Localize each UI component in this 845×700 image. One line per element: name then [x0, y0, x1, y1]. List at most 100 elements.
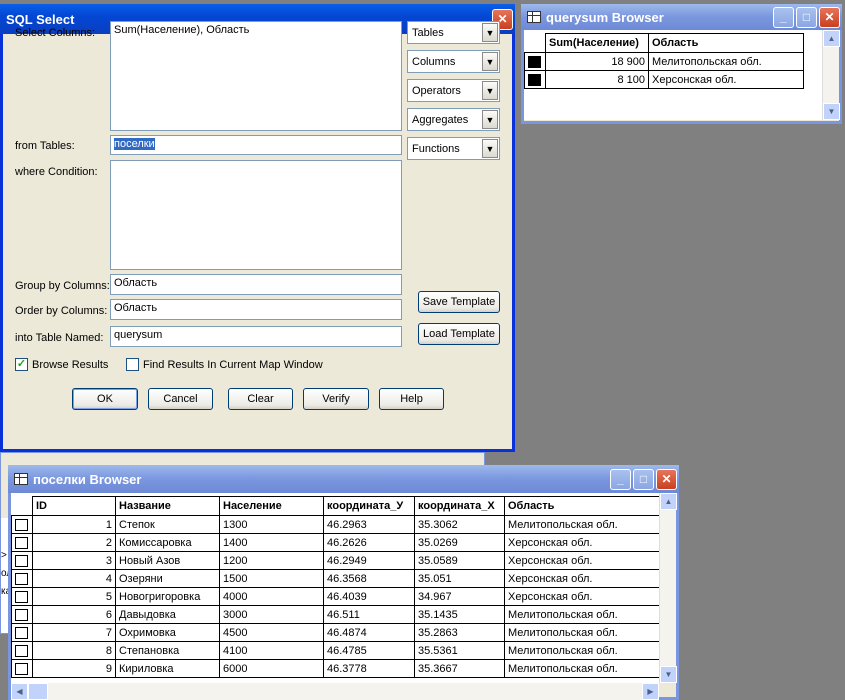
- load-template-button[interactable]: Load Template: [418, 323, 500, 345]
- row-selector[interactable]: [528, 55, 541, 68]
- dropdown-arrow-icon[interactable]: ▼: [482, 81, 498, 100]
- column-header[interactable]: координата_Х: [414, 496, 505, 516]
- dropdown-arrow-icon[interactable]: ▼: [482, 23, 498, 42]
- functions-dropdown[interactable]: Functions ▼: [407, 137, 500, 160]
- tables-dropdown[interactable]: Tables ▼: [407, 21, 500, 44]
- horizontal-scroll-thumb[interactable]: [28, 683, 48, 700]
- table-cell: 4000: [219, 587, 324, 606]
- help-button[interactable]: Help: [379, 388, 444, 410]
- table-cell: 4500: [219, 623, 324, 642]
- operators-dropdown[interactable]: Operators ▼: [407, 79, 500, 102]
- from-tables-input[interactable]: поселки: [110, 135, 402, 155]
- column-header[interactable]: Область: [504, 496, 659, 516]
- querysum-table: Sum(Население) Область 18 900 Мелитополь…: [524, 33, 804, 89]
- table-cell: Комиссаровка: [115, 533, 220, 552]
- minimize-icon[interactable]: _: [610, 468, 631, 490]
- order-by-input[interactable]: Область: [110, 299, 402, 320]
- poselki-horizontal-scrollbar[interactable]: ◀ ▶: [11, 683, 659, 700]
- into-table-label: into Table Named:: [15, 332, 104, 344]
- column-header[interactable]: Название: [115, 496, 220, 516]
- close-icon[interactable]: ✕: [819, 6, 840, 28]
- scroll-left-icon[interactable]: ◀: [11, 683, 28, 700]
- table-cell: 46.4874: [323, 623, 415, 642]
- table-row[interactable]: 3 Новый Азов 1200 46.2949 35.0589 Херсонская …: [11, 551, 659, 570]
- dropdown-arrow-icon[interactable]: ▼: [482, 52, 498, 71]
- table-header-row: Sum(Население) Область: [525, 33, 804, 53]
- find-results-checkbox[interactable]: Find Results In Current Map Window: [126, 358, 323, 371]
- table-cell: 1: [32, 515, 116, 534]
- table-cell: 46.3778: [323, 659, 415, 678]
- table-cell: 6: [32, 605, 116, 624]
- table-row[interactable]: 8 Степановка 4100 46.4785 35.5361 Мелитопольс…: [11, 641, 659, 660]
- row-selector[interactable]: [15, 590, 28, 603]
- where-condition-input[interactable]: [110, 160, 402, 270]
- column-header[interactable]: ID: [32, 496, 116, 516]
- scroll-down-icon[interactable]: ▼: [660, 666, 677, 683]
- table-cell: Мелитопольская обл.: [648, 52, 804, 71]
- row-selector[interactable]: [528, 73, 541, 86]
- table-row[interactable]: 4 Озеряни 1500 46.3568 35.051 Херсонская обл.: [11, 569, 659, 588]
- poselki-vertical-scrollbar[interactable]: ▲ ▼: [659, 493, 677, 683]
- column-header[interactable]: Население: [219, 496, 324, 516]
- select-columns-label: Select Columns:: [15, 27, 96, 39]
- table-cell: 46.4785: [323, 641, 415, 660]
- table-cell: 46.3568: [323, 569, 415, 588]
- into-table-input[interactable]: querysum: [110, 326, 402, 347]
- row-selector[interactable]: [15, 554, 28, 567]
- querysum-vertical-scrollbar[interactable]: ▲ ▼: [822, 30, 840, 120]
- scroll-up-icon[interactable]: ▲: [823, 30, 840, 47]
- verify-button[interactable]: Verify: [303, 388, 369, 410]
- row-selector[interactable]: [15, 626, 28, 639]
- table-cell: Давыдовка: [115, 605, 220, 624]
- row-selector[interactable]: [15, 608, 28, 621]
- order-by-label: Order by Columns:: [15, 305, 108, 317]
- cancel-button[interactable]: Cancel: [148, 388, 213, 410]
- ok-button[interactable]: OK: [72, 388, 138, 410]
- dropdown-arrow-icon[interactable]: ▼: [482, 110, 498, 129]
- checkmark-icon[interactable]: ✓: [15, 358, 28, 371]
- clear-button[interactable]: Clear: [228, 388, 293, 410]
- columns-dropdown[interactable]: Columns ▼: [407, 50, 500, 73]
- row-selector[interactable]: [15, 518, 28, 531]
- browse-results-checkbox[interactable]: ✓ Browse Results: [15, 358, 108, 371]
- table-cell: Херсонская обл.: [648, 70, 804, 89]
- row-selector[interactable]: [15, 536, 28, 549]
- minimize-icon[interactable]: _: [773, 6, 794, 28]
- aggregates-dropdown[interactable]: Aggregates ▼: [407, 108, 500, 131]
- column-header[interactable]: Sum(Население): [545, 33, 649, 53]
- table-cell: 18 900: [545, 52, 649, 71]
- table-row[interactable]: 6 Давыдовка 3000 46.511 35.1435 Мелитопольска…: [11, 605, 659, 624]
- scroll-right-icon[interactable]: ▶: [642, 683, 659, 700]
- table-row[interactable]: 1 Степок 1300 46.2963 35.3062 Мелитопольская …: [11, 515, 659, 534]
- row-selector[interactable]: [15, 644, 28, 657]
- group-by-input[interactable]: Область: [110, 274, 402, 295]
- table-cell: 1300: [219, 515, 324, 534]
- column-header[interactable]: координата_У: [323, 496, 415, 516]
- table-row[interactable]: 7 Охримовка 4500 46.4874 35.2863 Мелитопольск…: [11, 623, 659, 642]
- poselki-titlebar[interactable]: поселки Browser _ □ ✕: [8, 465, 679, 493]
- save-template-button[interactable]: Save Template: [418, 291, 500, 313]
- maximize-icon[interactable]: □: [796, 6, 817, 28]
- table-cell: 5: [32, 587, 116, 606]
- column-header[interactable]: Область: [648, 33, 804, 53]
- maximize-icon[interactable]: □: [633, 468, 654, 490]
- sql-select-dialog: SQL Select ✕ Select Columns: Sum(Населен…: [0, 4, 515, 452]
- dropdown-arrow-icon[interactable]: ▼: [482, 139, 498, 158]
- functions-dropdown-label: Functions: [412, 142, 460, 155]
- row-selector[interactable]: [15, 662, 28, 675]
- querysum-titlebar[interactable]: querysum Browser _ □ ✕: [521, 4, 842, 30]
- scroll-down-icon[interactable]: ▼: [823, 103, 840, 120]
- browser-table-icon: [14, 473, 28, 485]
- checkbox-empty-icon[interactable]: [126, 358, 139, 371]
- close-icon[interactable]: ✕: [656, 468, 677, 490]
- table-cell: Охримовка: [115, 623, 220, 642]
- scroll-up-icon[interactable]: ▲: [660, 493, 677, 510]
- table-row[interactable]: 9 Кириловка 6000 46.3778 35.3667 Мелитопольск…: [11, 659, 659, 678]
- table-row[interactable]: 5 Новогригоровка 4000 46.4039 34.967 Херсонск…: [11, 587, 659, 606]
- select-columns-input[interactable]: Sum(Население), Область: [110, 21, 402, 131]
- table-row[interactable]: 8 100 Херсонская обл.: [524, 70, 804, 89]
- row-selector[interactable]: [15, 572, 28, 585]
- table-row[interactable]: 2 Комиссаровка 1400 46.2626 35.0269 Херсонска…: [11, 533, 659, 552]
- table-row[interactable]: 18 900 Мелитопольская обл.: [524, 52, 804, 71]
- table-cell: 1200: [219, 551, 324, 570]
